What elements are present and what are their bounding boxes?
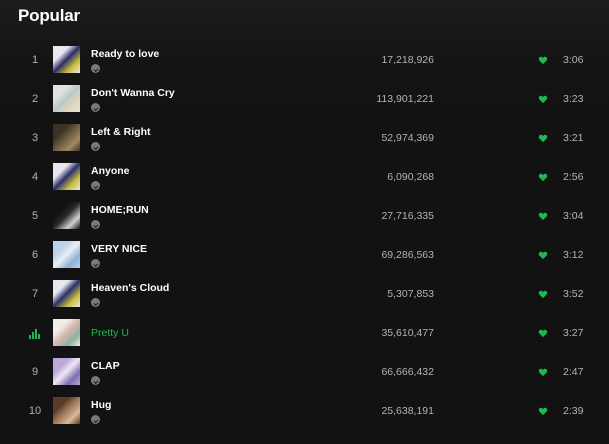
album-art-thumbnail <box>53 85 80 112</box>
liked-heart-icon[interactable] <box>538 367 548 377</box>
liked-heart-icon[interactable] <box>538 94 548 104</box>
track-number: 9 <box>31 366 39 378</box>
popular-tracks-panel: Popular 1 Ready to love 17,218,926 3:06 2 Don… <box>0 0 609 444</box>
play-count: 113,901,221 <box>376 93 434 105</box>
track-row[interactable]: 9 CLAP 66,666,432 2:47 <box>0 353 609 392</box>
track-row[interactable]: 4 Anyone 6,090,268 2:56 <box>0 158 609 197</box>
track-title[interactable]: Left & Right <box>91 126 151 138</box>
track-number: 3 <box>31 132 39 144</box>
track-row[interactable]: 1 Ready to love 17,218,926 3:06 <box>0 41 609 80</box>
track-title[interactable]: Anyone <box>91 165 130 177</box>
track-duration: 3:21 <box>563 132 584 144</box>
track-duration: 3:52 <box>563 288 584 300</box>
download-status-icon <box>91 259 100 268</box>
play-count: 66,666,432 <box>381 366 434 378</box>
track-duration: 2:47 <box>563 366 584 378</box>
track-row[interactable]: 5 HOME;RUN 27,716,335 3:04 <box>0 197 609 236</box>
track-duration: 2:56 <box>563 171 584 183</box>
track-number: 7 <box>31 288 39 300</box>
download-status-icon <box>91 415 100 424</box>
play-count: 35,610,477 <box>381 327 434 339</box>
download-status-icon <box>91 142 100 151</box>
track-row[interactable]: 3 Left & Right 52,974,369 3:21 <box>0 119 609 158</box>
track-title[interactable]: Pretty U <box>91 327 129 339</box>
track-number: 5 <box>31 210 39 222</box>
track-number: 4 <box>31 171 39 183</box>
track-row[interactable]: 7 Heaven's Cloud 5,307,853 3:52 <box>0 275 609 314</box>
play-count: 6,090,268 <box>387 171 434 183</box>
album-art-thumbnail <box>53 280 80 307</box>
liked-heart-icon[interactable] <box>538 289 548 299</box>
section-title: Popular <box>18 6 80 25</box>
track-number: 10 <box>28 405 42 417</box>
track-title[interactable]: HOME;RUN <box>91 204 149 216</box>
now-playing-equalizer-icon <box>29 329 41 339</box>
play-count: 17,218,926 <box>381 54 434 66</box>
liked-heart-icon[interactable] <box>538 172 548 182</box>
track-title[interactable]: VERY NICE <box>91 243 147 255</box>
track-row[interactable]: 6 VERY NICE 69,286,563 3:12 <box>0 236 609 275</box>
track-title[interactable]: Don't Wanna Cry <box>91 87 175 99</box>
liked-heart-icon[interactable] <box>538 55 548 65</box>
track-number: 1 <box>31 54 39 66</box>
track-row[interactable]: Pretty U 35,610,477 3:27 <box>0 314 609 353</box>
track-title[interactable]: Ready to love <box>91 48 159 60</box>
track-duration: 3:12 <box>563 249 584 261</box>
liked-heart-icon[interactable] <box>538 211 548 221</box>
track-duration: 3:23 <box>563 93 584 105</box>
album-art-thumbnail <box>53 46 80 73</box>
track-list: 1 Ready to love 17,218,926 3:06 2 Don't Wanna… <box>0 41 609 431</box>
track-title[interactable]: Hug <box>91 399 111 411</box>
track-number: 6 <box>31 249 39 261</box>
download-status-icon <box>91 103 100 112</box>
liked-heart-icon[interactable] <box>538 250 548 260</box>
play-count: 5,307,853 <box>387 288 434 300</box>
album-art-thumbnail <box>53 163 80 190</box>
play-count: 69,286,563 <box>381 249 434 261</box>
track-title[interactable]: Heaven's Cloud <box>91 282 169 294</box>
download-status-icon <box>91 64 100 73</box>
liked-heart-icon[interactable] <box>538 133 548 143</box>
play-count: 52,974,369 <box>381 132 434 144</box>
download-status-icon <box>91 298 100 307</box>
track-duration: 2:39 <box>563 405 584 417</box>
album-art-thumbnail <box>53 397 80 424</box>
track-duration: 3:27 <box>563 327 584 339</box>
track-duration: 3:06 <box>563 54 584 66</box>
track-title[interactable]: CLAP <box>91 360 120 372</box>
play-count: 25,638,191 <box>381 405 434 417</box>
download-status-icon <box>91 376 100 385</box>
album-art-thumbnail <box>53 319 80 346</box>
album-art-thumbnail <box>53 241 80 268</box>
download-status-icon <box>91 181 100 190</box>
liked-heart-icon[interactable] <box>538 328 548 338</box>
track-duration: 3:04 <box>563 210 584 222</box>
album-art-thumbnail <box>53 202 80 229</box>
liked-heart-icon[interactable] <box>538 406 548 416</box>
track-number: 2 <box>31 93 39 105</box>
album-art-thumbnail <box>53 358 80 385</box>
download-status-icon <box>91 220 100 229</box>
track-row[interactable]: 2 Don't Wanna Cry 113,901,221 3:23 <box>0 80 609 119</box>
track-row[interactable]: 10 Hug 25,638,191 2:39 <box>0 392 609 431</box>
album-art-thumbnail <box>53 124 80 151</box>
play-count: 27,716,335 <box>381 210 434 222</box>
